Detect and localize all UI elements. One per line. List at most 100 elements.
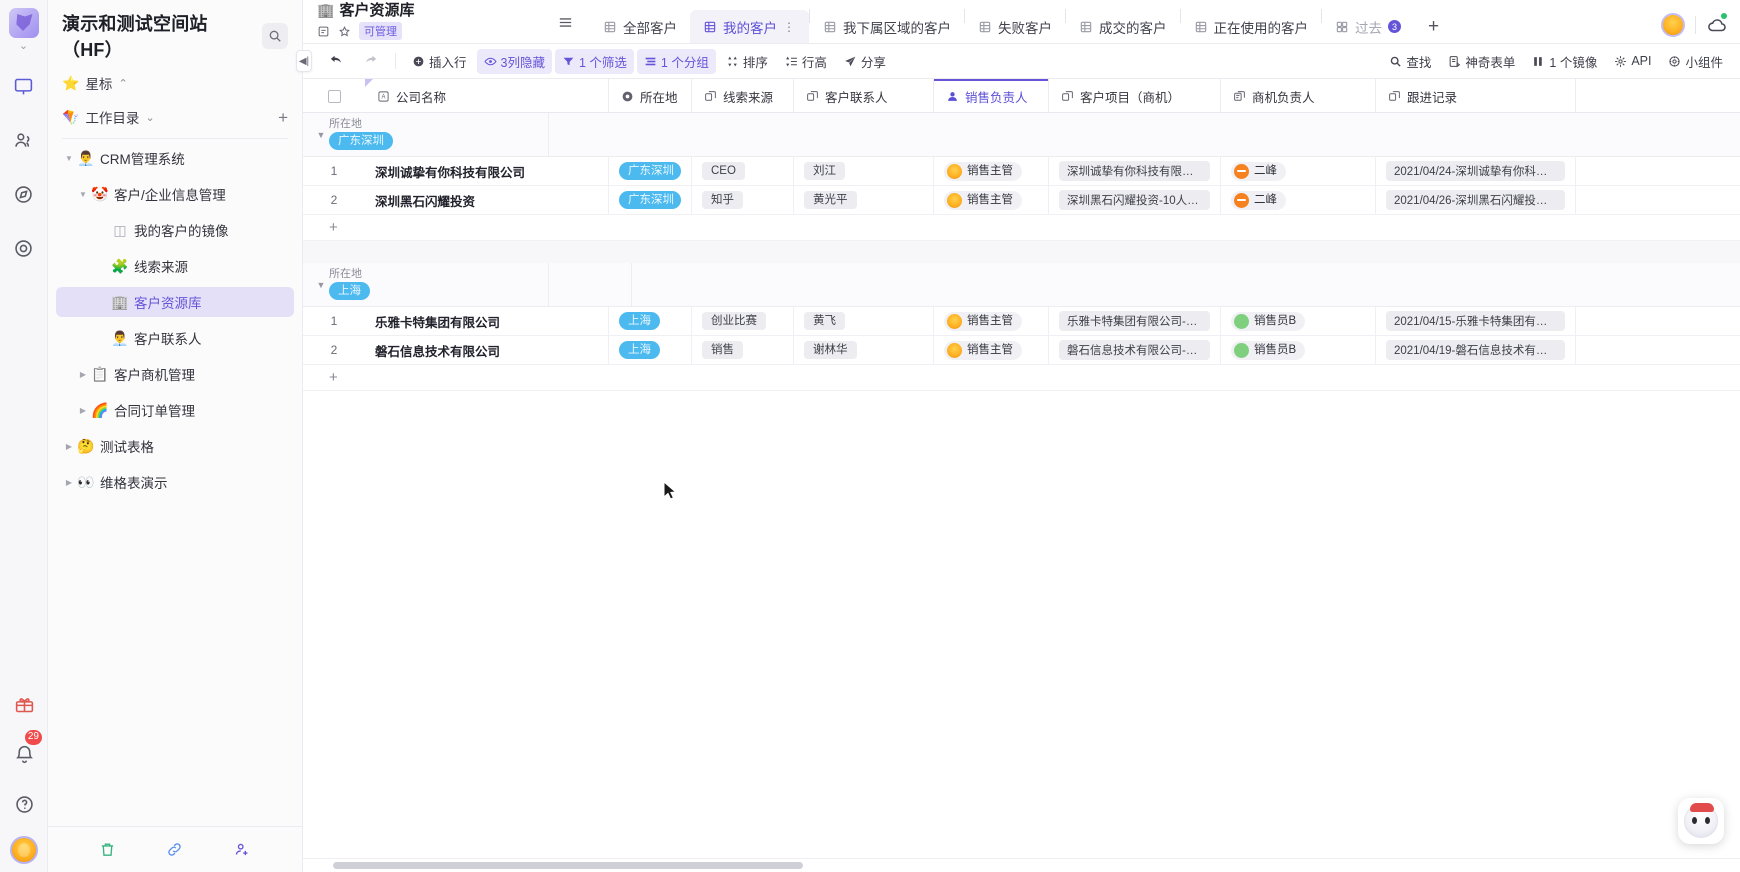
sidebar-item-contract-order-management[interactable]: ▶ 🌈 合同订单管理 bbox=[56, 395, 294, 425]
tab-all-customers[interactable]: 全部客户 bbox=[590, 10, 690, 43]
bell-icon[interactable]: 29 bbox=[4, 734, 44, 774]
cloud-sync-icon[interactable] bbox=[1706, 14, 1728, 36]
api-button[interactable]: API bbox=[1607, 51, 1658, 71]
cell-location[interactable]: 广东深圳 bbox=[609, 186, 692, 214]
cell-customer-project[interactable]: 深圳诚挚有你科技有限公司... bbox=[1049, 157, 1221, 185]
share-button[interactable]: 分享 bbox=[837, 49, 893, 74]
target-icon[interactable] bbox=[4, 228, 44, 268]
row-height-button[interactable]: 行高 bbox=[778, 49, 834, 74]
select-all-checkbox[interactable] bbox=[303, 79, 365, 113]
sidebar-collapse-handle[interactable]: ◀| bbox=[296, 50, 312, 72]
redo-button[interactable] bbox=[355, 49, 386, 73]
cell-customer-project[interactable]: 磐石信息技术有限公司-100... bbox=[1049, 336, 1221, 364]
cell-location[interactable]: 广东深圳 bbox=[609, 157, 692, 185]
filter-button[interactable]: 1 个筛选 bbox=[555, 49, 634, 74]
hamburger-icon[interactable] bbox=[541, 14, 590, 43]
user-avatar[interactable] bbox=[10, 836, 38, 864]
magic-form-button[interactable]: 神奇表单 bbox=[1441, 49, 1522, 74]
tab-past[interactable]: 过去 3 bbox=[1322, 10, 1414, 43]
triangle-open-icon[interactable]: ▼ bbox=[303, 130, 329, 140]
widget-button[interactable]: 小组件 bbox=[1661, 49, 1730, 74]
chevron-down-icon[interactable]: ⌄ bbox=[145, 111, 154, 124]
sort-button[interactable]: 排序 bbox=[719, 49, 775, 74]
triangle-closed-icon[interactable]: ▶ bbox=[62, 442, 76, 451]
mirror-button[interactable]: 1 个镜像 bbox=[1525, 49, 1604, 74]
chevron-up-icon[interactable]: ⌃ bbox=[118, 77, 127, 90]
column-header-sales-owner[interactable]: 销售负责人 bbox=[934, 79, 1049, 113]
tab-failed-customers[interactable]: 失败客户 bbox=[965, 10, 1065, 43]
help-assistant-button[interactable] bbox=[1678, 798, 1724, 844]
avatar[interactable] bbox=[1661, 13, 1685, 37]
find-button[interactable]: 查找 bbox=[1382, 49, 1438, 74]
scrollbar-thumb[interactable] bbox=[333, 862, 803, 869]
undo-button[interactable] bbox=[321, 49, 352, 73]
cell-opportunity-owner[interactable]: 销售员B bbox=[1221, 307, 1376, 335]
group-button[interactable]: 1 个分组 bbox=[637, 49, 716, 74]
cell-company-name[interactable]: 乐雅卡特集团有限公司 bbox=[365, 307, 609, 335]
monitor-icon[interactable] bbox=[4, 66, 44, 106]
add-row-button[interactable]: + bbox=[303, 215, 1740, 241]
compass-icon[interactable] bbox=[4, 174, 44, 214]
permission-badge[interactable]: 可管理 bbox=[359, 22, 402, 40]
table-row[interactable]: 2 深圳黑石闪耀投资 广东深圳 知乎 黄光平 bbox=[303, 186, 1740, 215]
triangle-open-icon[interactable]: ▼ bbox=[62, 154, 76, 163]
cell-company-name[interactable]: 深圳黑石闪耀投资 bbox=[365, 186, 609, 214]
cell-lead-source[interactable]: 创业比赛 bbox=[692, 307, 794, 335]
sidebar-item-opportunity-management[interactable]: ▶ 📋 客户商机管理 bbox=[56, 359, 294, 389]
table-row[interactable]: 2 磐石信息技术有限公司 上海 销售 谢林华 bbox=[303, 336, 1740, 365]
insert-row-button[interactable]: 插入行 bbox=[405, 49, 474, 74]
tab-more-icon[interactable]: ⋮ bbox=[783, 20, 796, 34]
column-header-opportunity-owner[interactable]: 商机负责人 bbox=[1221, 79, 1376, 113]
column-header-customer-project[interactable]: 客户项目（商机） bbox=[1049, 79, 1221, 113]
cell-customer-contact[interactable]: 黄光平 bbox=[794, 186, 934, 214]
cell-lead-source[interactable]: 销售 bbox=[692, 336, 794, 364]
cell-company-name[interactable]: 磐石信息技术有限公司 bbox=[365, 336, 609, 364]
sidebar-item-crm-system[interactable]: ▼ 👨‍💼 CRM管理系统 bbox=[56, 143, 294, 173]
workspace-avatar[interactable] bbox=[9, 8, 39, 38]
question-icon[interactable] bbox=[4, 784, 44, 824]
triangle-closed-icon[interactable]: ▶ bbox=[76, 370, 90, 379]
cell-customer-contact[interactable]: 黄飞 bbox=[794, 307, 934, 335]
link-icon[interactable] bbox=[166, 841, 183, 858]
cell-opportunity-owner[interactable]: 销售员B bbox=[1221, 336, 1376, 364]
add-node-button[interactable]: + bbox=[278, 109, 288, 126]
workspace-switcher-chevron-icon[interactable]: ⌄ bbox=[19, 41, 28, 52]
table-row[interactable]: 1 深圳诚挚有你科技有限公司 广东深圳 CEO 刘江 bbox=[303, 157, 1740, 186]
triangle-open-icon[interactable]: ▼ bbox=[76, 190, 90, 199]
cell-sales-owner[interactable]: 销售主管 bbox=[934, 157, 1049, 185]
column-header-customer-contact[interactable]: 客户联系人 bbox=[794, 79, 934, 113]
cell-company-name[interactable]: 深圳诚挚有你科技有限公司 bbox=[365, 157, 609, 185]
search-icon[interactable] bbox=[262, 23, 288, 49]
cell-follow-up[interactable]: 2021/04/24-深圳诚挚有你科技有 bbox=[1376, 157, 1576, 185]
cell-location[interactable]: 上海 bbox=[609, 307, 692, 335]
group-header[interactable]: ▼ 所在地 广东深圳 bbox=[303, 113, 1740, 157]
triangle-closed-icon[interactable]: ▶ bbox=[62, 478, 76, 487]
add-row-button[interactable]: + bbox=[303, 365, 1740, 391]
column-header-location[interactable]: 所在地 bbox=[609, 79, 692, 113]
column-header-follow-up[interactable]: 跟进记录 bbox=[1376, 79, 1576, 113]
sidebar-star-section[interactable]: ⭐ 星标 ⌃ bbox=[48, 66, 302, 100]
sidebar-item-customer-info[interactable]: ▼ 🤡 客户/企业信息管理 bbox=[56, 179, 294, 209]
cell-sales-owner[interactable]: 销售主管 bbox=[934, 186, 1049, 214]
cell-opportunity-owner[interactable]: 二峰 bbox=[1221, 186, 1376, 214]
cell-follow-up[interactable]: 2021/04/19-磐石信息技术有限公司 bbox=[1376, 336, 1576, 364]
cell-sales-owner[interactable]: 销售主管 bbox=[934, 307, 1049, 335]
table-row[interactable]: 1 乐雅卡特集团有限公司 上海 创业比赛 黄飞 bbox=[303, 307, 1740, 336]
tab-active-customers[interactable]: 正在使用的客户 bbox=[1181, 10, 1322, 43]
cell-customer-contact[interactable]: 谢林华 bbox=[794, 336, 934, 364]
tab-my-customers[interactable]: 我的客户 ⋮ bbox=[690, 10, 809, 43]
column-header-company-name[interactable]: A 公司名称 bbox=[365, 79, 609, 113]
sidebar-catalog-section[interactable]: 🪁 工作目录 ⌄ + bbox=[48, 100, 302, 134]
hidden-columns-button[interactable]: 3列隐藏 bbox=[477, 49, 552, 74]
trash-icon[interactable] bbox=[99, 841, 116, 858]
invite-member-icon[interactable] bbox=[234, 841, 251, 858]
cell-follow-up[interactable]: 2021/04/15-乐雅卡特集团有限公 bbox=[1376, 307, 1576, 335]
triangle-open-icon[interactable]: ▼ bbox=[303, 280, 329, 290]
add-view-button[interactable]: + bbox=[1414, 16, 1453, 43]
column-header-lead-source[interactable]: 线索来源 bbox=[692, 79, 794, 113]
cell-customer-project[interactable]: 乐雅卡特集团有限公司-10... bbox=[1049, 307, 1221, 335]
cell-customer-contact[interactable]: 刘江 bbox=[794, 157, 934, 185]
sidebar-item-test-sheet[interactable]: ▶ 🤔 测试表格 bbox=[56, 431, 294, 461]
cell-follow-up[interactable]: 2021/04/26-深圳黑石闪耀投资-合 bbox=[1376, 186, 1576, 214]
cell-lead-source[interactable]: CEO bbox=[692, 157, 794, 185]
